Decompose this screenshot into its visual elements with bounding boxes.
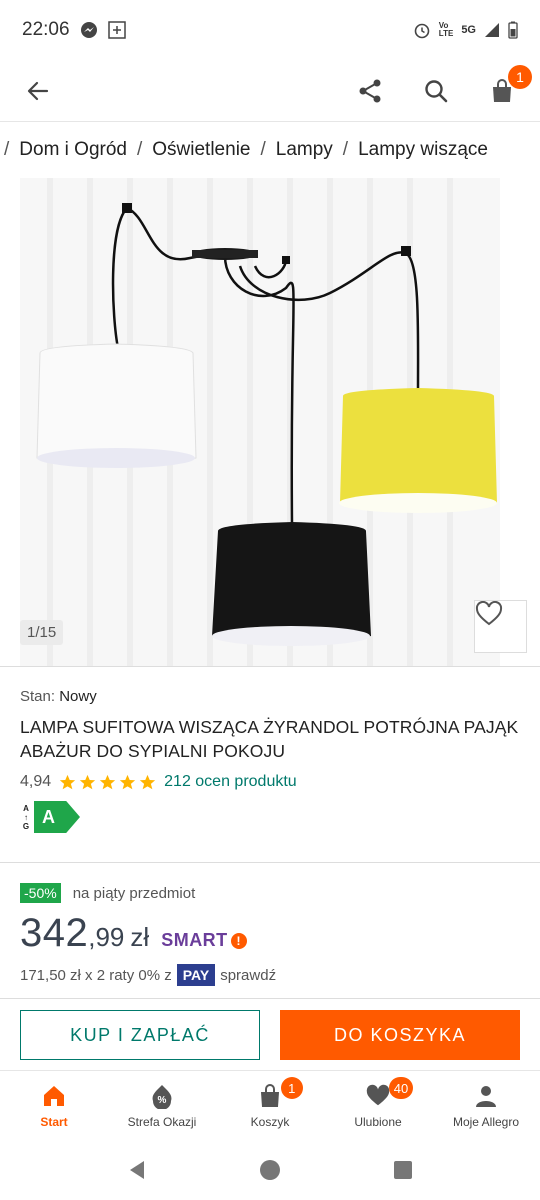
smart-exclamation-icon: ! bbox=[230, 932, 247, 949]
battery-icon bbox=[508, 21, 518, 39]
messenger-icon bbox=[80, 21, 98, 39]
price: 342 ,99 zł SMART ! bbox=[20, 911, 520, 956]
volte-indicator: Vo LTE bbox=[438, 21, 454, 38]
deals-icon: % bbox=[152, 1085, 172, 1109]
favorites-badge: 40 bbox=[388, 1077, 414, 1099]
condition-value: Nowy bbox=[59, 688, 97, 705]
promo-badge: -50% bbox=[20, 883, 61, 903]
cart-button[interactable]: 1 bbox=[484, 64, 532, 109]
breadcrumb-separator: / bbox=[260, 139, 266, 160]
search-button[interactable] bbox=[418, 73, 454, 109]
smart-badge: SMART ! bbox=[161, 930, 247, 951]
price-decimals: ,99 bbox=[88, 922, 125, 952]
energy-label[interactable]: A ↑ G A bbox=[20, 801, 520, 833]
rating-stars bbox=[59, 774, 156, 791]
top-app-bar: 1 bbox=[0, 60, 540, 122]
person-icon bbox=[476, 1086, 496, 1107]
price-section: -50% na piąty przedmiot 342 ,99 zł SMART… bbox=[20, 883, 520, 986]
installments-text: 171,50 zł x 2 raty 0% z bbox=[20, 966, 172, 984]
bottom-nav-koszyk[interactable]: 1 Koszyk bbox=[216, 1071, 324, 1138]
rating-row[interactable]: 4,94 212 ocen produktu bbox=[20, 773, 520, 791]
arrow-left-icon bbox=[27, 81, 49, 100]
bottom-nav-strefa-okazji[interactable]: % Strefa Okazji bbox=[108, 1071, 216, 1138]
breadcrumb-separator: / bbox=[4, 139, 10, 160]
installments-row[interactable]: 171,50 zł x 2 raty 0% z PAY sprawdź bbox=[20, 964, 520, 986]
section-divider bbox=[0, 666, 540, 667]
share-button[interactable] bbox=[352, 73, 388, 109]
cart-badge: 1 bbox=[280, 1077, 303, 1099]
reviews-link[interactable]: 212 ocen produktu bbox=[164, 773, 297, 791]
buy-now-button[interactable]: KUP I ZAPŁAĆ bbox=[20, 1010, 260, 1060]
energy-class-badge: A bbox=[34, 801, 80, 833]
star-icon bbox=[59, 774, 76, 789]
product-image-gallery[interactable]: 1/15 bbox=[0, 178, 540, 666]
breadcrumb-separator: / bbox=[342, 139, 349, 160]
star-icon bbox=[99, 774, 116, 789]
bag-icon bbox=[261, 1084, 279, 1107]
search-icon bbox=[425, 79, 448, 102]
app-notification-icon bbox=[107, 21, 126, 39]
svg-text:%: % bbox=[158, 1095, 167, 1106]
photo-counter: 1/15 bbox=[20, 620, 64, 645]
breadcrumb-item-lampy-wiszace[interactable]: Lampy wiszące bbox=[358, 139, 488, 161]
cart-count-badge: 1 bbox=[508, 64, 532, 89]
promo-text: na piąty przedmiot bbox=[72, 884, 196, 902]
breadcrumb: / Dom i Ogród / Oświetlenie / Lampy / La… bbox=[0, 122, 540, 178]
system-navigation-bar bbox=[0, 1140, 540, 1200]
product-photo-pendant-lamp bbox=[20, 178, 500, 666]
network-type: 5G bbox=[461, 24, 476, 36]
back-button[interactable] bbox=[20, 73, 56, 109]
breadcrumb-item-dom-i-ogrod[interactable]: Dom i Ogród bbox=[19, 139, 127, 161]
product-info: Stan: Nowy LAMPA SUFITOWA WISZĄCA ŻYRAND… bbox=[20, 688, 520, 833]
bottom-nav-label: Ulubione bbox=[354, 1115, 402, 1129]
add-to-cart-button[interactable]: DO KOSZYKA bbox=[280, 1010, 520, 1060]
product-condition: Stan: Nowy bbox=[20, 688, 520, 705]
alarm-icon bbox=[413, 21, 431, 39]
star-icon bbox=[79, 774, 96, 789]
bottom-nav-moje-allegro[interactable]: Moje Allegro bbox=[432, 1071, 540, 1138]
breadcrumb-item-oswietlenie[interactable]: Oświetlenie bbox=[152, 139, 250, 161]
bottom-nav-label: Moje Allegro bbox=[452, 1115, 520, 1129]
breadcrumb-item-lampy[interactable]: Lampy bbox=[276, 139, 333, 161]
section-divider bbox=[0, 862, 540, 863]
promo-row: -50% na piąty przedmiot bbox=[20, 883, 520, 903]
product-title: LAMPA SUFITOWA WISZĄCA ŻYRANDOL POTRÓJNA… bbox=[20, 717, 519, 761]
star-icon bbox=[139, 774, 156, 789]
share-icon bbox=[359, 79, 381, 102]
smart-label: SMART bbox=[161, 930, 228, 950]
pay-badge: PAY bbox=[176, 964, 216, 986]
bottom-nav-label: Strefa Okazji bbox=[127, 1115, 197, 1129]
star-icon bbox=[119, 774, 136, 789]
signal-icon bbox=[484, 22, 500, 38]
bottom-nav-label: Start bbox=[40, 1115, 68, 1129]
bottom-nav-label: Koszyk bbox=[250, 1115, 290, 1129]
check-link[interactable]: sprawdź bbox=[220, 967, 276, 984]
bottom-nav-ulubione[interactable]: 40 Ulubione bbox=[324, 1071, 432, 1138]
condition-label: Stan: bbox=[20, 688, 56, 705]
heart-icon bbox=[366, 1084, 390, 1106]
home-icon bbox=[44, 1086, 64, 1106]
status-bar: 22:06 Vo LTE 5G bbox=[0, 0, 540, 60]
system-home-icon[interactable] bbox=[259, 1159, 281, 1181]
system-back-icon[interactable] bbox=[126, 1159, 148, 1181]
add-to-favorites-button[interactable] bbox=[474, 600, 527, 653]
price-currency: zł bbox=[130, 922, 150, 952]
heart-outline-icon bbox=[475, 601, 503, 626]
bottom-nav-start[interactable]: Start bbox=[0, 1071, 108, 1138]
section-divider bbox=[0, 998, 540, 999]
energy-scale: A ↑ G bbox=[22, 803, 30, 831]
breadcrumb-separator: / bbox=[136, 139, 143, 160]
rating-value: 4,94 bbox=[20, 773, 52, 790]
price-integer: 342 bbox=[20, 911, 89, 955]
status-time: 22:06 bbox=[22, 19, 70, 40]
bottom-navigation: Start % Strefa Okazji 1 Koszyk 40 Ulubio… bbox=[0, 1070, 540, 1138]
system-recents-icon[interactable] bbox=[392, 1159, 414, 1181]
